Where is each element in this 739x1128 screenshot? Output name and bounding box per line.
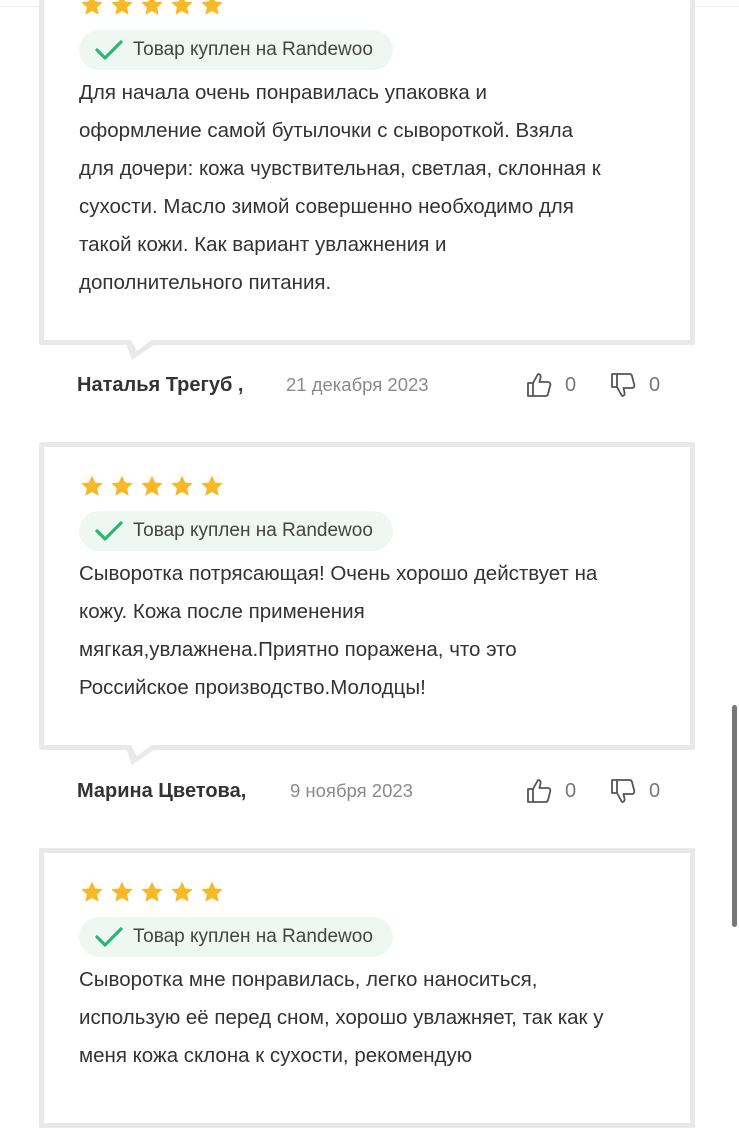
review-text: Сыворотка потрясающая! Очень хорошо дейс… (79, 555, 679, 707)
review-author[interactable]: Наталья Трегуб , (77, 374, 243, 397)
star-icon (171, 881, 193, 902)
card-pointer (124, 340, 164, 362)
dislike-count: 0 (649, 779, 661, 802)
star-icon (201, 881, 223, 902)
review-card: Товар куплен на Randewoo Для начала очен… (39, 0, 695, 360)
purchase-verified-badge: Товар куплен на Randewoo (79, 511, 393, 551)
review-line: кожу. Кожа после применения (79, 600, 365, 623)
star-icon (111, 881, 133, 902)
star-icon (111, 0, 133, 15)
review-meta: Марина Цветова, 9 ноября 2023 0 0 (77, 776, 677, 806)
review-text: Сыворотка мне понравилась, легко наносит… (79, 961, 679, 1075)
review-card: Товар куплен на Randewoo Сыворотка потря… (39, 442, 695, 765)
star-icon (141, 475, 163, 496)
badge-label: Товар куплен на Randewoo (133, 39, 373, 60)
star-icon (201, 0, 223, 15)
check-icon (95, 521, 123, 541)
star-rating (79, 0, 225, 18)
purchase-verified-badge: Товар куплен на Randewoo (79, 30, 393, 70)
purchase-verified-badge: Товар куплен на Randewoo (79, 917, 393, 957)
star-icon (171, 0, 193, 15)
badge-label: Товар куплен на Randewoo (133, 520, 373, 541)
star-icon (141, 881, 163, 902)
dislike-button[interactable]: 0 (609, 777, 660, 805)
review-author[interactable]: Марина Цветова, (77, 780, 246, 803)
like-count: 0 (565, 373, 577, 396)
review-line: для дочери: кожа чувствительная, светлая… (79, 157, 601, 180)
review-card: Товар куплен на Randewoo Сыворотка мне п… (39, 848, 695, 1128)
star-icon (81, 475, 103, 496)
like-button[interactable]: 0 (525, 371, 576, 399)
thumbs-up-icon (527, 373, 552, 397)
thumbs-down-icon (611, 373, 636, 397)
review-line: Для начала очень понравилась упаковка и (79, 81, 487, 104)
star-icon (141, 0, 163, 15)
star-icon (171, 475, 193, 496)
review-line: такой кожи. Как вариант увлажнения и (79, 233, 447, 256)
review-line: мягкая,увлажнена.Приятно поражена, что э… (79, 638, 517, 661)
card-pointer (124, 745, 164, 767)
review-line: оформление самой бутылочки с сывороткой.… (79, 119, 574, 142)
scrollbar-thumb[interactable] (732, 705, 737, 927)
star-rating (79, 880, 225, 905)
review-meta: Наталья Трегуб , 21 декабря 2023 0 0 (77, 370, 677, 400)
review-date: 21 декабря 2023 (286, 374, 429, 395)
check-icon (95, 927, 123, 947)
review-text: Для начала очень понравилась упаковка и … (79, 74, 679, 302)
badge-label: Товар куплен на Randewoo (133, 926, 373, 947)
review-line: меня кожа склона к сухости, рекомендую (79, 1044, 473, 1067)
review-date: 9 ноября 2023 (290, 780, 413, 801)
like-button[interactable]: 0 (525, 777, 576, 805)
review-line: использую её перед сном, хорошо увлажняе… (79, 1006, 604, 1029)
review-line: Сыворотка мне понравилась, легко наносит… (79, 968, 538, 991)
star-icon (201, 475, 223, 496)
review-line: сухости. Масло зимой совершенно необходи… (79, 195, 574, 218)
like-count: 0 (565, 779, 577, 802)
dislike-count: 0 (649, 373, 661, 396)
thumbs-up-icon (527, 779, 552, 803)
review-line: Российское производство.Молодцы! (79, 676, 426, 699)
thumbs-down-icon (611, 779, 636, 803)
star-icon (111, 475, 133, 496)
review-line: Сыворотка потрясающая! Очень хорошо дейс… (79, 562, 598, 585)
check-icon (95, 40, 123, 60)
star-rating (79, 474, 225, 499)
review-line: дополнительного питания. (79, 271, 332, 294)
dislike-button[interactable]: 0 (609, 371, 660, 399)
star-icon (81, 881, 103, 902)
star-icon (81, 0, 103, 15)
